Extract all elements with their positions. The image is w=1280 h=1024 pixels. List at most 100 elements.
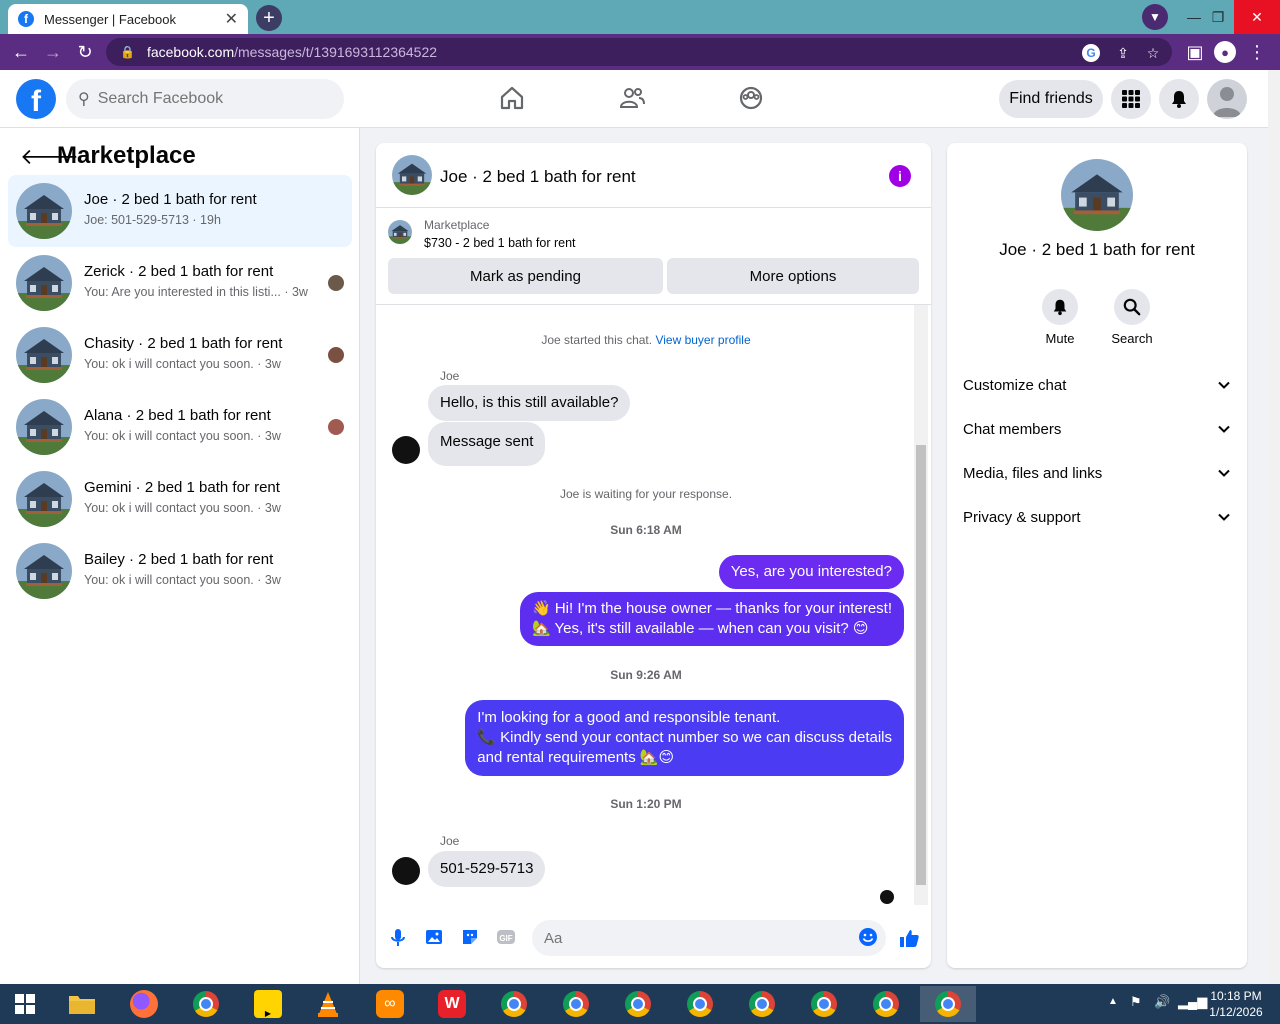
reload-icon[interactable]: ↻ bbox=[74, 41, 96, 63]
facebook-favicon-icon: f bbox=[18, 11, 34, 27]
chrome-taskbar-icon[interactable] bbox=[672, 986, 728, 1022]
outgoing-message[interactable]: Yes, are you interested? bbox=[718, 555, 904, 589]
conversation-item[interactable]: Zerick · 2 bed 1 bath for rent You: Are y… bbox=[8, 247, 352, 319]
flag-icon[interactable]: ⚑ bbox=[1130, 994, 1142, 1010]
friends-icon[interactable] bbox=[618, 84, 646, 112]
mark-as-pending-button[interactable]: Mark as pending bbox=[388, 258, 663, 294]
side-panel-icon[interactable]: ▣ bbox=[1184, 41, 1206, 63]
google-icon[interactable]: G bbox=[1082, 44, 1100, 62]
chat-header: Joe · 2 bed 1 bath for rent i bbox=[376, 143, 931, 208]
info-section-row[interactable]: Privacy & support bbox=[963, 497, 1231, 537]
chrome-taskbar-icon[interactable] bbox=[178, 986, 234, 1022]
house-avatar bbox=[16, 327, 72, 383]
windows-taskbar: ▶ ∞ W ▲ ⚑ 🔊 ▂▄▆ 10:18 PM 1/12/2026 bbox=[0, 984, 1280, 1024]
account-avatar[interactable] bbox=[1207, 79, 1247, 119]
message-input[interactable] bbox=[532, 920, 886, 956]
incoming-message[interactable]: Hello, is this still available? bbox=[428, 385, 631, 421]
sender-avatar[interactable] bbox=[392, 436, 420, 464]
info-section-row[interactable]: Chat members bbox=[963, 409, 1231, 449]
clock-time: 10:18 PM bbox=[1210, 989, 1262, 1003]
house-avatar[interactable] bbox=[392, 155, 432, 195]
view-buyer-profile-link[interactable]: View buyer profile bbox=[655, 333, 750, 347]
file-explorer-icon[interactable] bbox=[54, 986, 110, 1022]
info-section-row[interactable]: Customize chat bbox=[963, 365, 1231, 405]
conversation-item[interactable]: Joe · 2 bed 1 bath for rent Joe: 501-529-… bbox=[8, 175, 352, 247]
outgoing-message[interactable]: 👋 Hi! I'm the house owner — thanks for y… bbox=[519, 592, 904, 646]
address-bar[interactable]: 🔒 facebook.com/messages/t/13916931123645… bbox=[106, 38, 1172, 66]
chrome-taskbar-icon[interactable] bbox=[734, 986, 790, 1022]
conversation-item[interactable]: Gemini · 2 bed 1 bath for rent You: ok i … bbox=[8, 463, 352, 535]
facebook-logo-icon[interactable]: f bbox=[16, 79, 56, 119]
listing-thumbnail[interactable] bbox=[388, 220, 412, 244]
more-options-button[interactable]: More options bbox=[667, 258, 919, 294]
search-in-chat-button[interactable]: Search bbox=[1102, 289, 1162, 346]
info-icon[interactable]: i bbox=[889, 165, 911, 187]
uc-browser-icon[interactable]: ∞ bbox=[362, 986, 418, 1022]
volume-icon[interactable]: 🔊 bbox=[1154, 994, 1170, 1010]
search-label: Search bbox=[1111, 331, 1153, 346]
facebook-header: f ⚲ Find friends bbox=[0, 70, 1268, 128]
chrome-taskbar-icon[interactable] bbox=[548, 986, 604, 1022]
firefox-icon[interactable] bbox=[116, 986, 172, 1022]
like-thumb-icon[interactable] bbox=[898, 927, 920, 949]
notifications-bell-icon[interactable] bbox=[1159, 79, 1199, 119]
house-avatar bbox=[16, 543, 72, 599]
conversation-preview: Joe: 501-529-5713 · 19h bbox=[84, 213, 221, 227]
photo-icon[interactable] bbox=[424, 927, 444, 947]
window-close-icon[interactable]: ✕ bbox=[1234, 0, 1280, 34]
chrome-menu-icon[interactable]: ⋮ bbox=[1246, 41, 1268, 63]
tab-close-icon[interactable]: ✕ bbox=[225, 9, 238, 29]
chrome-taskbar-icon[interactable] bbox=[796, 986, 852, 1022]
browser-tab[interactable]: f Messenger | Facebook ✕ bbox=[8, 4, 248, 34]
info-section-row[interactable]: Media, files and links bbox=[963, 453, 1231, 493]
network-icon[interactable]: ▂▄▆ bbox=[1178, 994, 1207, 1010]
chrome-taskbar-icon[interactable] bbox=[610, 986, 666, 1022]
menu-grid-icon[interactable] bbox=[1111, 79, 1151, 119]
incoming-message[interactable]: Message sent bbox=[428, 422, 546, 466]
windows-start-icon[interactable] bbox=[0, 986, 50, 1022]
home-icon[interactable] bbox=[498, 84, 526, 112]
sticker-icon[interactable] bbox=[460, 927, 480, 947]
chrome-taskbar-icon-active[interactable] bbox=[920, 986, 976, 1022]
conversation-item[interactable]: Bailey · 2 bed 1 bath for rent You: ok i … bbox=[8, 535, 352, 607]
conversation-item[interactable]: Alana · 2 bed 1 bath for rent You: ok i w… bbox=[8, 391, 352, 463]
lock-icon: 🔒 bbox=[120, 45, 135, 59]
search-input[interactable] bbox=[97, 90, 318, 108]
chat-scrollbar[interactable] bbox=[914, 305, 928, 905]
chat-title[interactable]: Joe · 2 bed 1 bath for rent bbox=[440, 167, 636, 187]
timestamp: Sun 6:18 AM bbox=[610, 523, 682, 537]
outgoing-message[interactable]: I'm looking for a good and responsible t… bbox=[465, 700, 904, 776]
chrome-taskbar-icon[interactable] bbox=[486, 986, 542, 1022]
vlc-icon[interactable] bbox=[300, 986, 356, 1022]
conversation-item[interactable]: Chasity · 2 bed 1 bath for rent You: ok i… bbox=[8, 319, 352, 391]
page-scrollbar[interactable] bbox=[1268, 70, 1280, 984]
scrollbar-thumb[interactable] bbox=[916, 445, 926, 885]
microphone-icon[interactable] bbox=[388, 927, 408, 947]
profile-icon[interactable]: ● bbox=[1214, 41, 1236, 63]
groups-icon[interactable] bbox=[737, 84, 765, 112]
bookmark-star-icon[interactable]: ☆ bbox=[1144, 44, 1162, 62]
house-avatar[interactable] bbox=[1061, 159, 1133, 231]
sender-avatar[interactable] bbox=[392, 857, 420, 885]
message-composer: GIF bbox=[376, 913, 931, 963]
chrome-taskbar-icon[interactable] bbox=[858, 986, 914, 1022]
wps-office-icon[interactable]: W bbox=[424, 986, 480, 1022]
tab-search-button[interactable]: ▼ bbox=[1142, 4, 1168, 30]
show-hidden-icons-icon[interactable]: ▲ bbox=[1108, 996, 1118, 1007]
find-friends-button[interactable]: Find friends bbox=[999, 80, 1103, 118]
section-label: Media, files and links bbox=[963, 464, 1103, 482]
new-tab-button[interactable]: + bbox=[256, 5, 282, 31]
player-icon[interactable]: ▶ bbox=[240, 986, 296, 1022]
incoming-message[interactable]: 501-529-5713 bbox=[428, 851, 546, 887]
restore-icon[interactable]: ❐ bbox=[1200, 0, 1236, 34]
taskbar-clock[interactable]: 10:18 PM 1/12/2026 bbox=[1206, 988, 1266, 1020]
forward-arrow-icon[interactable]: → bbox=[42, 41, 64, 63]
emoji-icon[interactable] bbox=[858, 927, 878, 947]
conversation-name: Gemini · 2 bed 1 bath for rent bbox=[84, 479, 280, 496]
gif-icon[interactable]: GIF bbox=[496, 927, 516, 947]
share-icon[interactable]: ⇪ bbox=[1114, 44, 1132, 62]
back-arrow-icon[interactable]: ← bbox=[10, 41, 32, 63]
listing-price[interactable]: $730 - 2 bed 1 bath for rent bbox=[424, 236, 576, 250]
facebook-search[interactable]: ⚲ bbox=[66, 79, 344, 119]
mute-button[interactable]: Mute bbox=[1030, 289, 1090, 346]
